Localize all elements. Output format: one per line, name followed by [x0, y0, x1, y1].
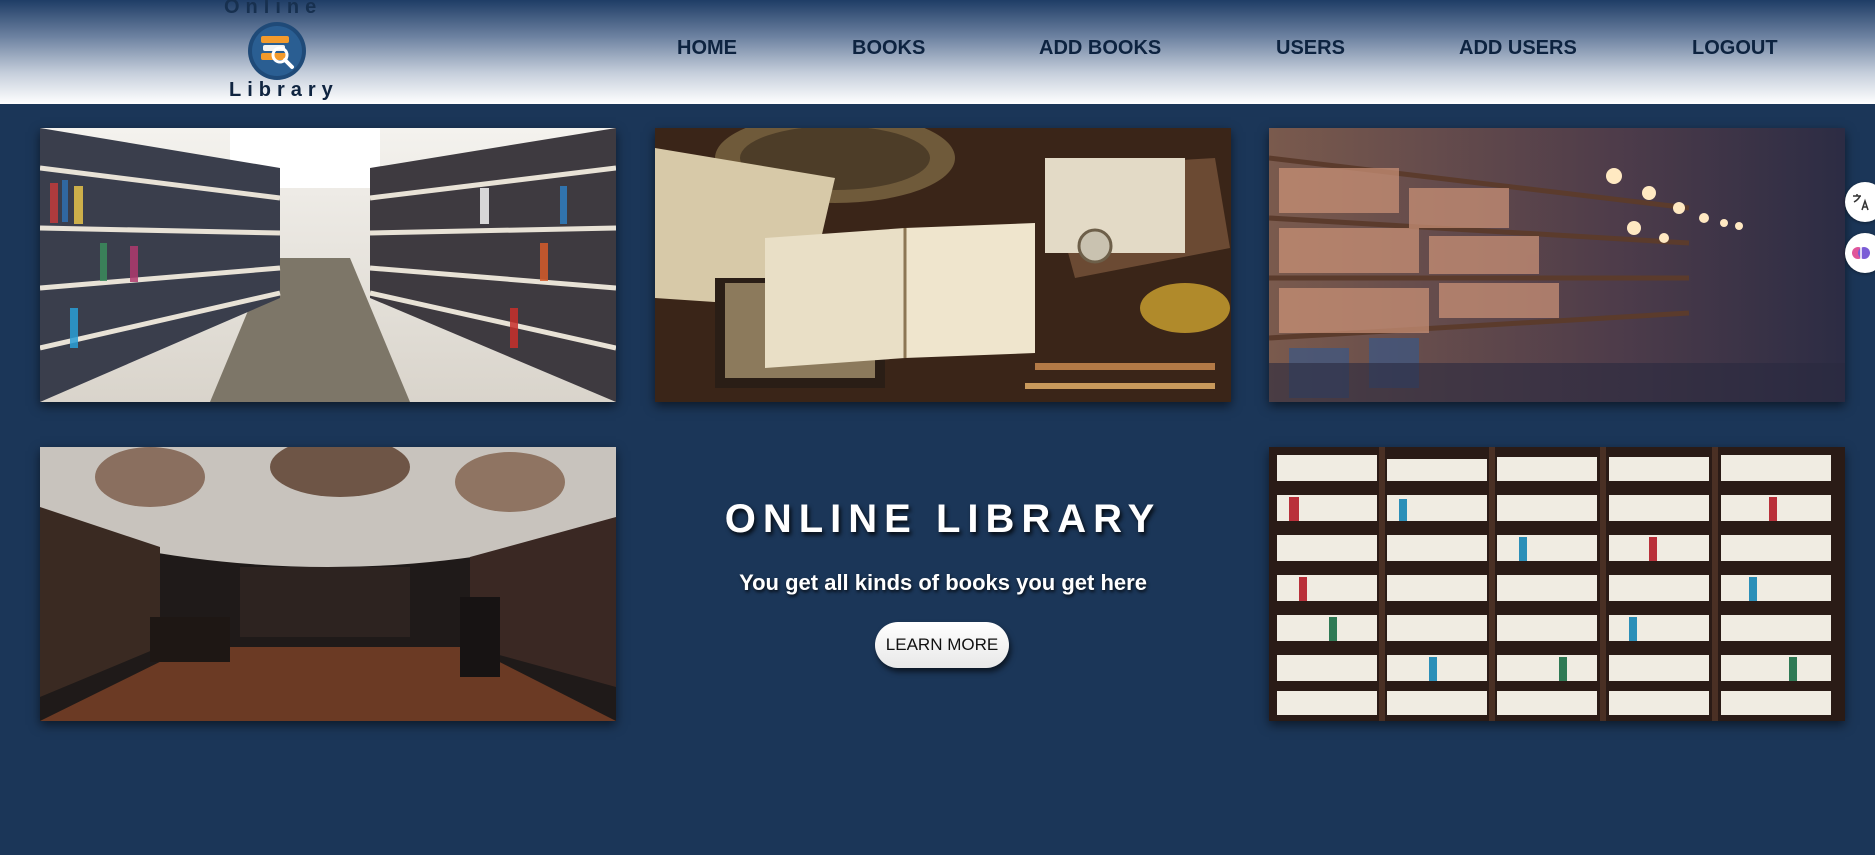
open-books-and-maps-photo: [655, 128, 1231, 402]
header-bar: Online Library HOME BOOKS ADD BOOKS USER…: [0, 0, 1875, 104]
main-nav: HOME BOOKS ADD BOOKS USERS ADD USERS LOG…: [0, 37, 1875, 65]
nav-logout[interactable]: LOGOUT: [1692, 37, 1778, 60]
hero-title: ONLINE LIBRARY: [724, 497, 1162, 541]
nav-add-users[interactable]: ADD USERS: [1459, 37, 1577, 60]
learn-more-button[interactable]: LEARN MORE: [875, 622, 1009, 668]
nav-add-books[interactable]: ADD BOOKS: [1039, 37, 1161, 60]
nav-home[interactable]: HOME: [677, 37, 737, 60]
nav-users[interactable]: USERS: [1276, 37, 1345, 60]
ai-brain-icon[interactable]: [1845, 233, 1875, 273]
translate-icon[interactable]: [1845, 182, 1875, 222]
library-aisle-photo: [40, 128, 616, 402]
nav-books[interactable]: BOOKS: [852, 37, 925, 60]
warm-lit-bookshelves-photo: [1269, 128, 1845, 402]
baroque-library-hall-photo: [40, 447, 616, 721]
bookcase-wall-photo: [1269, 447, 1845, 721]
logo-bottom-text: Library: [229, 79, 339, 101]
hero-subtitle: You get all kinds of books you get here: [739, 570, 1147, 595]
logo-top-text: Online: [224, 0, 323, 18]
hero-section: ONLINE LIBRARY You get all kinds of book…: [655, 492, 1231, 692]
